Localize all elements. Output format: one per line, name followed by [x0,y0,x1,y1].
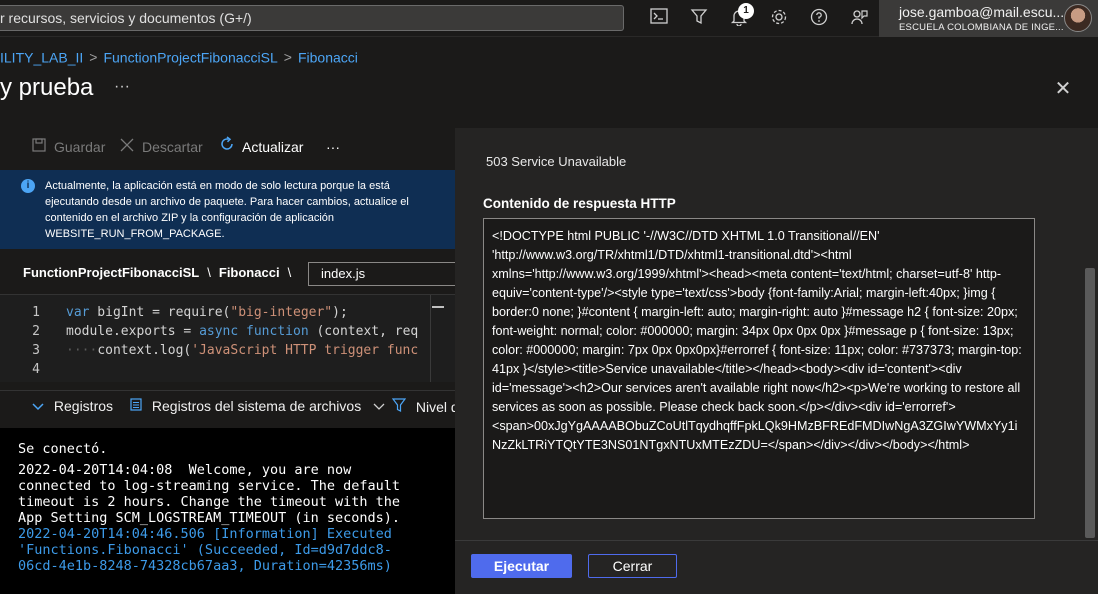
path-separator: \ [287,265,292,280]
editor-overview-ruler[interactable] [430,295,444,382]
breadcrumb-item-lab[interactable]: ILITY_LAB_II [0,49,83,65]
avatar[interactable] [1064,4,1092,32]
read-only-info-banner: i Actualmente, la aplicación está en mod… [0,170,455,249]
test-run-panel: 503 Service Unavailable Contenido de res… [455,128,1098,594]
save-label: Guardar [54,139,106,155]
account-menu[interactable]: jose.gamboa@mail.escu... ESCUELA COLOMBI… [879,0,1098,37]
response-status-code: 503 Service Unavailable [486,154,627,169]
filesystem-logs-label: Registros del sistema de archivos [151,398,362,414]
breadcrumb-separator: > [283,49,292,66]
more-options-icon[interactable]: ··· [114,78,130,96]
logs-toolbar: Registros Registros del sistema de archi… [0,390,455,420]
info-banner-text: Actualmente, la aplicación está en modo … [45,180,409,240]
close-button[interactable]: Cerrar [588,554,677,578]
cloud-shell-icon[interactable] [649,8,669,28]
breadcrumb-item-function[interactable]: Fibonacci [298,49,358,65]
breadcrumb-item-function-app[interactable]: FunctionProjectFibonacciSL [103,49,277,65]
panel-scrollbar-thumb[interactable] [1085,268,1095,538]
breadcrumb-separator: > [89,49,98,66]
chevron-down-icon [373,398,385,414]
toolbar-more-button[interactable]: ··· [326,136,340,158]
page-title: y prueba [0,74,94,101]
code-line: module.exports = async function (context… [66,324,419,339]
log-console[interactable]: Se conectó. 2022-04-20T14:04:08 Welcome, … [0,428,455,594]
log-line: 2022-04-20T14:04:46.506 [Information] Ex… [18,526,392,574]
file-select-dropdown[interactable]: index.js [308,262,455,286]
path-separator: \ [207,265,211,280]
account-organization: ESCUELA COLOMBIANA DE INGE... [899,22,1064,33]
code-editor[interactable]: 1 2 3 4 var bigInt = require("big-intege… [0,294,455,382]
run-button[interactable]: Ejecutar [471,554,572,578]
code-line: ····context.log('JavaScript HTTP trigger… [66,343,419,358]
logs-label: Registros [53,398,114,414]
directory-filter-icon[interactable] [689,8,709,28]
path-function: Fibonacci [218,265,280,280]
path-project: FunctionProjectFibonacciSL [23,265,200,280]
line-number: 1 [32,305,40,320]
line-number: 2 [32,324,40,339]
global-search-input[interactable]: r recursos, servicios y documentos (G+/) [0,5,624,31]
refresh-label: Actualizar [242,139,304,155]
close-icon[interactable]: ✕ [1052,78,1074,100]
info-icon: i [21,179,35,193]
code-editor-pane: Guardar Descartar Actualizar ··· i Actua… [0,128,455,594]
help-icon[interactable] [809,8,829,28]
discard-button[interactable]: Descartar [118,136,203,158]
log-document-icon [130,398,146,414]
log-level-filter[interactable]: Nivel d [391,398,455,415]
footer-divider [455,540,1098,541]
discard-x-icon [118,136,136,158]
save-icon [30,136,48,158]
code-line: var bigInt = require("big-integer"); [66,305,348,320]
log-line: 2022-04-20T14:04:08 Welcome, you are now… [18,462,401,526]
breadcrumb: ILITY_LAB_II > FunctionProjectFibonacciSL >… [0,48,358,66]
settings-gear-icon[interactable] [769,8,789,28]
account-name: jose.gamboa@mail.escu... [899,4,1065,20]
response-content-textarea[interactable]: <!DOCTYPE html PUBLIC '-//W3C//DTD XHTML… [483,218,1035,519]
save-button[interactable]: Guardar [30,136,105,158]
logs-toggle[interactable]: Registros [32,398,113,414]
top-bar: r recursos, servicios y documentos (G+/)… [0,0,1098,37]
feedback-icon[interactable] [849,8,869,28]
log-level-label: Nivel d [415,399,455,415]
line-number: 3 [32,343,40,358]
filter-icon [391,398,410,415]
refresh-button[interactable]: Actualizar [218,136,303,158]
chevron-down-icon [32,398,48,414]
editor-scroll-mark [432,306,444,308]
log-line: Se conectó. [18,441,108,457]
file-path: FunctionProjectFibonacciSL \ Fibonacci \ [23,265,299,280]
filesystem-logs-dropdown[interactable]: Registros del sistema de archivos [130,398,385,414]
response-content-label: Contenido de respuesta HTTP [483,196,676,211]
discard-label: Descartar [142,139,203,155]
line-number: 4 [32,362,40,377]
notification-count-badge: 1 [738,3,754,19]
refresh-icon [218,136,236,158]
